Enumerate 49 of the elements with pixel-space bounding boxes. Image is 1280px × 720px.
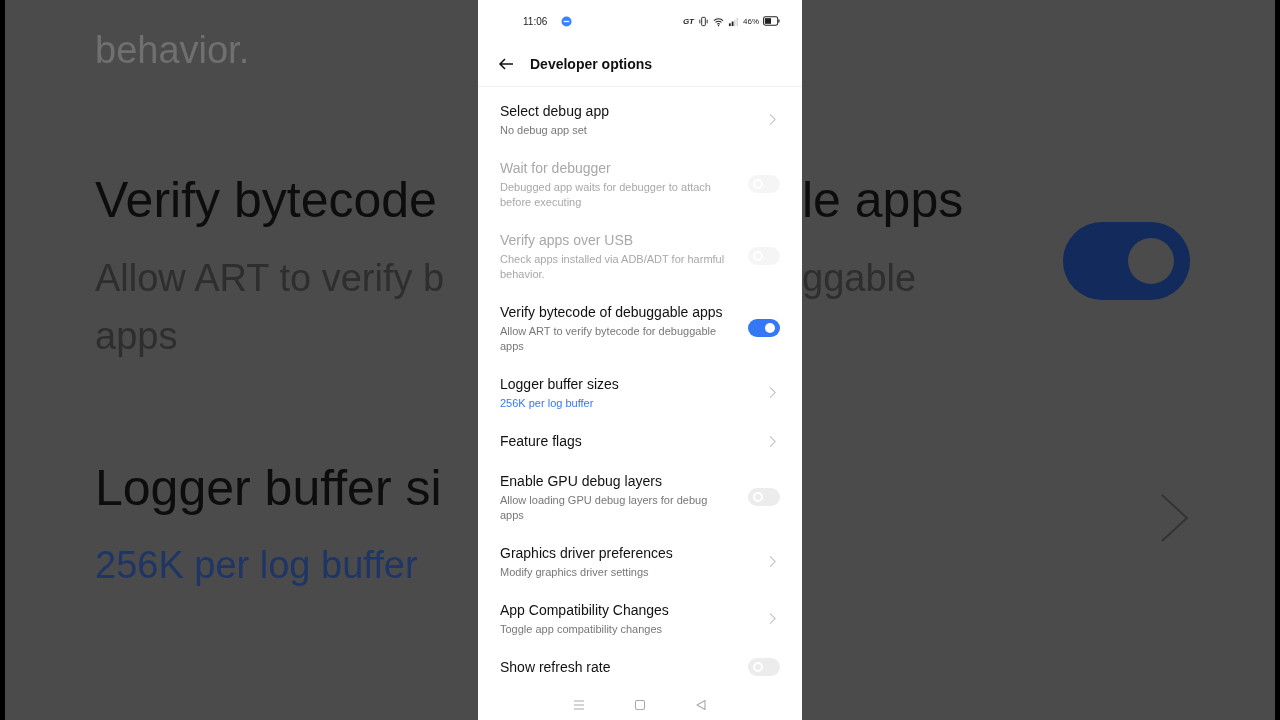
- chevron-right-icon: [769, 555, 776, 568]
- backdrop-text: le apps: [802, 171, 964, 230]
- settings-item[interactable]: Enable GPU debug layers Allow loading GPU debug layers for debug apps: [478, 461, 802, 533]
- chevron-right-icon: [769, 113, 776, 126]
- item-title: Verify bytecode of debuggable apps: [500, 303, 724, 322]
- settings-item[interactable]: Logger buffer sizes 256K per log buffer: [478, 364, 802, 421]
- settings-item[interactable]: Graphics driver preferences Modify graphics driver settings: [478, 533, 802, 590]
- item-summary: Allow ART to verify bytecode for debuggable apps: [500, 324, 718, 354]
- item-title: Graphics driver preferences: [500, 544, 674, 563]
- status-indicator: GT: [682, 16, 694, 26]
- item-title: Feature flags: [500, 432, 583, 451]
- battery-icon: [763, 16, 780, 26]
- item-title: Enable GPU debug layers: [500, 472, 663, 491]
- signal-icon: [728, 15, 739, 27]
- chevron-right-icon: [769, 434, 776, 448]
- item-summary: Debugged app waits for debugger to attach before executing: [500, 180, 712, 210]
- item-title: Wait for debugger: [500, 159, 612, 178]
- item-summary: 256K per log buffer: [500, 396, 595, 411]
- settings-item[interactable]: Select debug app No debug app set: [478, 91, 802, 148]
- menu-icon[interactable]: [571, 698, 586, 712]
- item-summary: Toggle app compatibility changes: [500, 622, 664, 637]
- item-summary: Check apps installed via ADB/ADT for harmful behavior.: [500, 252, 726, 282]
- item-summary: No debug app set: [500, 123, 588, 138]
- status-time: 11:06: [523, 15, 548, 27]
- toggle-switch[interactable]: [748, 319, 780, 337]
- chevron-right-icon: [1160, 493, 1190, 543]
- item-title: Logger buffer sizes: [500, 375, 620, 394]
- settings-item[interactable]: Show refresh rate: [478, 647, 802, 687]
- backdrop-text: Verify bytecode: [95, 171, 437, 230]
- item-title: Select debug app: [500, 102, 610, 121]
- settings-item[interactable]: App Compatibility Changes Toggle app compatibility changes: [478, 590, 802, 647]
- vibrate-icon: [698, 15, 709, 27]
- battery-percent: 46%: [743, 16, 759, 26]
- notification-icon: [561, 15, 573, 27]
- backdrop-text: Logger buffer si: [95, 459, 442, 518]
- item-title: Verify apps over USB: [500, 231, 635, 250]
- page-title: Developer options: [530, 56, 653, 72]
- home-square-icon[interactable]: [633, 698, 647, 712]
- back-triangle-icon[interactable]: [694, 698, 709, 712]
- chevron-right-icon: [769, 386, 776, 399]
- item-summary: Modify graphics driver settings: [500, 565, 650, 580]
- item-summary: Allow loading GPU debug layers for debug apps: [500, 493, 709, 523]
- settings-item[interactable]: Verify bytecode of debuggable apps Allow ART to verify bytecode for debuggable apps: [478, 292, 802, 364]
- item-title: Show refresh rate: [500, 658, 612, 677]
- chevron-right-icon: [769, 612, 776, 625]
- item-title: App Compatibility Changes: [500, 601, 670, 620]
- wifi-icon: [713, 15, 724, 27]
- back-arrow-icon[interactable]: [498, 56, 514, 72]
- settings-item[interactable]: Feature flags: [478, 421, 802, 461]
